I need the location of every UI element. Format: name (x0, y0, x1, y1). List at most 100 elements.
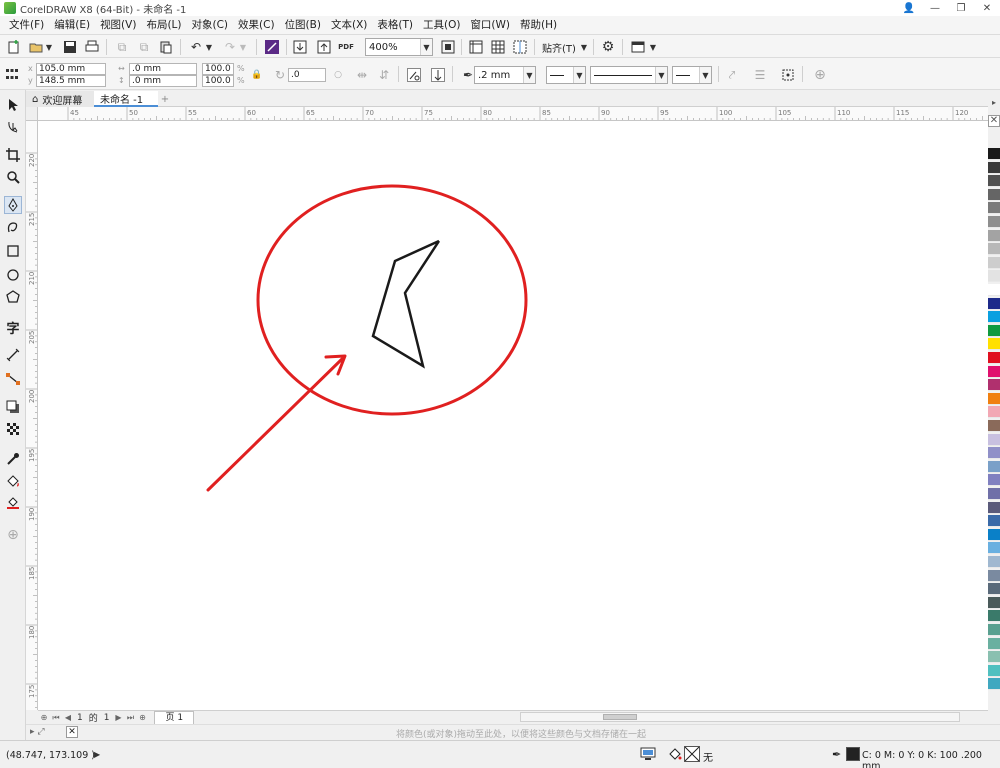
auto-close-curve-icon[interactable] (430, 67, 446, 83)
last-page-icon[interactable]: ⏭ (124, 713, 136, 723)
artistic-media-tool-icon[interactable] (4, 218, 22, 236)
undo-icon[interactable]: ↶ (188, 39, 204, 55)
next-page-icon[interactable]: ▶ (112, 713, 124, 722)
end-arrowhead-combo[interactable]: ▼ (672, 66, 712, 84)
outline-color-swatch[interactable] (846, 747, 860, 761)
palette-swatch[interactable] (988, 365, 1000, 378)
pick-tool-icon[interactable] (4, 96, 22, 114)
palette-swatch[interactable] (988, 488, 1000, 500)
smart-fill-tool-icon[interactable] (4, 494, 22, 512)
menu-tools[interactable]: 工具(O) (418, 16, 465, 34)
export-icon[interactable] (316, 39, 332, 55)
previous-page-icon[interactable]: ◀ (62, 713, 74, 722)
palette-swatch[interactable] (988, 637, 1000, 650)
palette-swatch[interactable] (988, 392, 1000, 405)
palette-swatch[interactable] (988, 664, 1000, 677)
polygon-tool-icon[interactable] (4, 288, 22, 306)
wrap-text-icon[interactable]: ☰ (752, 67, 768, 83)
copy-icon[interactable]: ⧉ (136, 39, 152, 55)
cut-icon[interactable]: ⧉ (114, 39, 130, 55)
text-tool-icon[interactable]: 字 (4, 318, 22, 337)
palette-swatch[interactable] (988, 216, 1000, 228)
palette-swatch[interactable] (988, 188, 1000, 201)
palette-swatch[interactable] (988, 433, 1000, 446)
height-field[interactable]: .0 mm (129, 75, 197, 87)
palette-swatch[interactable] (988, 583, 1000, 596)
redo-icon[interactable]: ↷ (222, 39, 238, 55)
chevron-down-icon[interactable]: ▼ (655, 67, 667, 83)
palette-swatch[interactable] (988, 542, 1000, 555)
search-content-icon[interactable] (264, 39, 280, 55)
pen-mode-icon[interactable] (406, 67, 422, 83)
rectangle-tool-icon[interactable] (4, 242, 22, 260)
open-folder-icon[interactable] (28, 39, 44, 55)
show-guidelines-icon[interactable] (512, 39, 528, 55)
chevron-down-icon[interactable]: ▼ (420, 39, 432, 55)
y-position-field[interactable]: 148.5 mm (36, 75, 106, 87)
page-layout-icon[interactable] (4, 66, 20, 82)
save-icon[interactable] (62, 39, 78, 55)
drawing-canvas[interactable] (38, 121, 988, 710)
crop-tool-icon[interactable] (4, 146, 22, 164)
application-launcher-icon[interactable] (630, 39, 646, 55)
palette-swatch[interactable] (988, 420, 1000, 432)
menu-table[interactable]: 表格(T) (372, 16, 418, 34)
menu-layout[interactable]: 布局(L) (141, 16, 186, 34)
tab-welcome-screen[interactable]: ⌂ 欢迎屏幕 (26, 91, 94, 107)
palette-swatch[interactable] (988, 297, 1000, 310)
menu-object[interactable]: 对象(C) (187, 16, 234, 34)
bounding-box-icon[interactable] (780, 67, 796, 83)
publish-pdf-icon[interactable]: PDF (338, 39, 354, 55)
redo-dropdown-icon[interactable]: ▼ (238, 39, 248, 55)
close-curve-icon[interactable]: ⤤ (724, 67, 740, 83)
lock-ratio-icon[interactable]: 🔒 (249, 67, 265, 83)
launcher-dropdown-icon[interactable]: ▼ (648, 39, 658, 55)
chevron-right-icon[interactable]: ▸ (988, 98, 1000, 107)
width-field[interactable]: .0 mm (129, 63, 197, 75)
palette-swatch[interactable] (988, 447, 1000, 460)
menu-effects[interactable]: 效果(C) (233, 16, 280, 34)
account-icon[interactable]: 👤 (896, 0, 922, 16)
mirror-vertical-icon[interactable]: ⇵ (376, 67, 392, 83)
rotate-icon[interactable]: ↻ (272, 67, 288, 83)
interactive-fill-tool-icon[interactable] (4, 472, 22, 490)
black-polyline-shape[interactable] (371, 239, 441, 369)
connector-tool-icon[interactable] (4, 370, 22, 388)
palette-swatch[interactable] (988, 501, 1000, 514)
palette-swatch[interactable] (988, 338, 1000, 351)
menu-text[interactable]: 文本(X) (326, 16, 372, 34)
palette-scroll[interactable]: ▸ ✕ (988, 96, 1000, 134)
horizontal-ruler[interactable]: 45 50 55 60 65 70 75 80 85 90 95 100 105 110 115 120 (38, 107, 988, 121)
show-rulers-icon[interactable] (468, 39, 484, 55)
menu-window[interactable]: 窗口(W) (465, 16, 515, 34)
palette-swatch[interactable] (988, 678, 1000, 691)
restore-button[interactable]: ❐ (948, 0, 974, 16)
palette-swatch[interactable] (988, 406, 1000, 419)
print-icon[interactable] (84, 39, 100, 55)
fill-none-swatch[interactable] (684, 746, 700, 762)
page-tab-1[interactable]: 页 1 (154, 711, 195, 724)
palette-swatch[interactable] (988, 352, 1000, 364)
horizontal-scrollbar[interactable] (520, 712, 960, 722)
palette-swatch[interactable] (988, 161, 1000, 174)
ruler-origin[interactable] (26, 107, 38, 121)
new-document-icon[interactable] (6, 39, 22, 55)
options-gear-icon[interactable]: ⚙ (600, 39, 616, 55)
parallel-dimension-tool-icon[interactable] (4, 346, 22, 364)
palette-swatch[interactable] (988, 556, 1000, 568)
palette-swatch[interactable] (988, 474, 1000, 487)
palette-swatch[interactable] (988, 379, 1000, 392)
palette-swatch[interactable] (988, 175, 1000, 188)
palette-swatch[interactable] (988, 460, 1000, 473)
tab-document[interactable]: 未命名 -1 (94, 91, 158, 107)
rotation-angle-field[interactable]: .0 (288, 68, 326, 82)
palette-swatch[interactable] (988, 624, 1000, 636)
minimize-button[interactable]: — (922, 0, 948, 16)
palette-no-color-swatch[interactable]: ✕ (988, 115, 1000, 127)
pen-tool-icon[interactable] (4, 196, 22, 214)
paste-icon[interactable] (158, 39, 174, 55)
palette-swatch[interactable] (988, 229, 1000, 242)
show-grid-icon[interactable] (490, 39, 506, 55)
palette-swatch[interactable] (988, 256, 1000, 269)
color-proof-icon[interactable] (640, 747, 656, 761)
